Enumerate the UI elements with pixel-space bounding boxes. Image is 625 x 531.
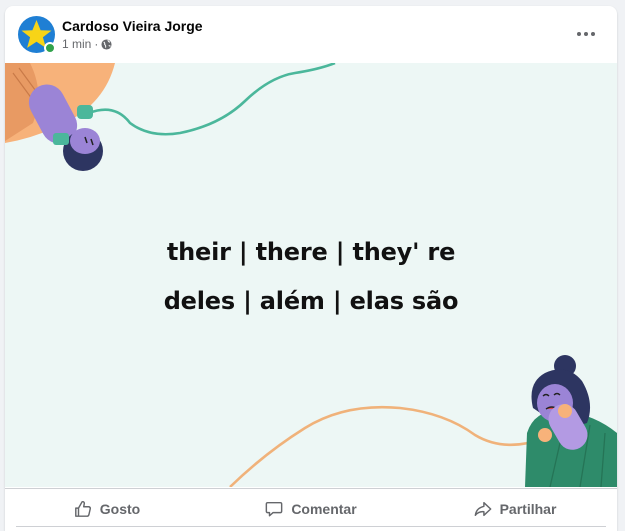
share-label: Partilhar xyxy=(499,500,557,517)
like-button[interactable]: Gosto xyxy=(5,489,209,526)
more-horizontal-icon xyxy=(577,32,595,36)
top-left-figure-face xyxy=(70,128,100,154)
post-image[interactable]: their | there | they' re deles | além | … xyxy=(5,63,617,487)
share-icon xyxy=(474,501,491,516)
comment-button[interactable]: Comentar xyxy=(209,489,413,526)
author-name[interactable]: Cardoso Vieira Jorge xyxy=(62,18,203,34)
online-status-indicator xyxy=(44,42,56,54)
phone-call-illustration xyxy=(5,63,617,487)
thumbs-up-icon xyxy=(74,500,91,517)
like-label: Gosto xyxy=(99,500,141,517)
post-header: Cardoso Vieira Jorge 1 min · xyxy=(5,6,617,63)
meta-separator: · xyxy=(94,37,99,51)
bottom-right-figure-hand xyxy=(558,404,572,418)
globe-icon[interactable] xyxy=(101,38,112,50)
top-left-figure-hand xyxy=(53,133,69,145)
more-options-button[interactable] xyxy=(571,19,601,49)
comment-label: Comentar xyxy=(291,500,357,517)
post-time[interactable]: 1 min xyxy=(62,37,91,51)
bottom-right-figure-hand-lower xyxy=(538,428,552,442)
post-card: Cardoso Vieira Jorge 1 min · their | the… xyxy=(5,6,617,531)
comment-icon xyxy=(265,501,283,516)
green-phone-cord xyxy=(88,63,336,136)
post-image-line-english: their | there | they' re xyxy=(166,238,456,266)
share-button[interactable]: Partilhar xyxy=(413,489,617,526)
orange-phone-cord xyxy=(229,405,546,487)
post-meta: 1 min · xyxy=(62,37,112,51)
comments-divider xyxy=(16,526,606,527)
post-image-line-portuguese: deles | além | elas são xyxy=(163,287,459,315)
post-actions-bar: Gosto Comentar Partilhar xyxy=(5,488,617,526)
